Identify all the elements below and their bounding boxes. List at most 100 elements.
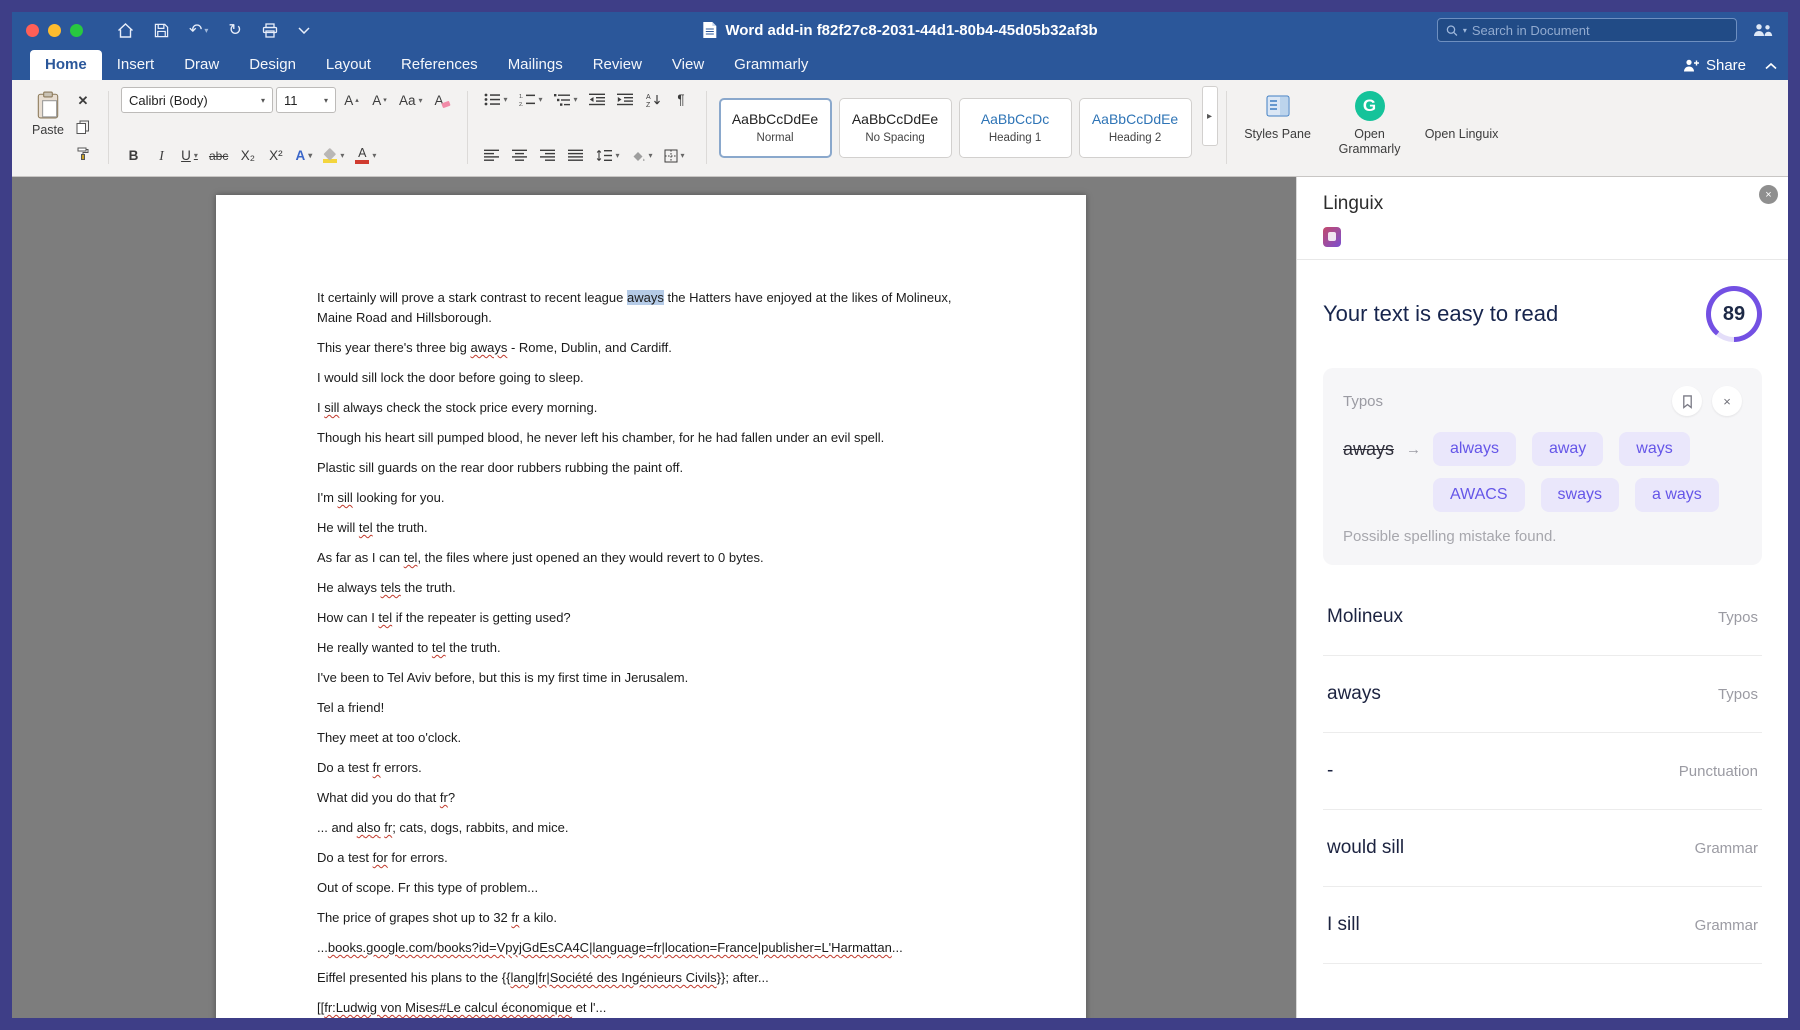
document-paragraph[interactable]: ... and also fr; cats, dogs, rabbits, an… [317, 818, 986, 838]
align-right-button[interactable] [536, 143, 561, 168]
change-case-button[interactable]: Aa▾ [395, 88, 427, 113]
document-paragraph[interactable]: Do a test fr errors. [317, 758, 986, 778]
share-button[interactable]: Share [1682, 57, 1746, 74]
strikethrough-button[interactable]: abc [205, 143, 232, 168]
document-paragraph[interactable]: It certainly will prove a stark contrast… [317, 288, 986, 328]
text-run[interactable]: Plastic sill guards on the rear door rub… [317, 460, 683, 475]
misspelled-word[interactable]: tel [432, 640, 446, 655]
sort-button[interactable]: AZ [641, 87, 666, 112]
issue-row[interactable]: - Punctuation [1323, 733, 1762, 810]
open-linguix-button[interactable]: Open Linguix [1419, 86, 1505, 169]
copy-button[interactable] [72, 116, 94, 137]
open-grammarly-button[interactable]: G Open Grammarly [1327, 86, 1413, 169]
highlight-color-button[interactable]: ▾ [319, 143, 348, 168]
save-button[interactable] [154, 23, 169, 38]
tab-references[interactable]: References [386, 50, 493, 80]
subscript-button[interactable]: X₂ [235, 143, 260, 168]
document-paragraph[interactable]: Tel a friend! [317, 698, 986, 718]
text-run[interactable]: the truth. [373, 520, 428, 535]
search-input[interactable] [1472, 23, 1728, 38]
print-button[interactable] [262, 23, 278, 38]
document-paragraph[interactable]: I would sill lock the door before going … [317, 368, 986, 388]
text-run[interactable]: This year there's three big [317, 340, 471, 355]
text-run[interactable]: ; cats, dogs, rabbits, and mice. [392, 820, 568, 835]
zoom-window-button[interactable] [70, 24, 83, 37]
document-paragraph[interactable]: He really wanted to tel the truth. [317, 638, 986, 658]
text-run[interactable]: Do a test [317, 760, 373, 775]
document-paragraph[interactable]: Plastic sill guards on the rear door rub… [317, 458, 986, 478]
font-color-button[interactable]: A▾ [351, 143, 380, 168]
document-paragraph[interactable]: Though his heart sill pumped blood, he n… [317, 428, 986, 448]
more-styles-button[interactable]: ▸ [1202, 86, 1218, 146]
suggestion-pill[interactable]: a ways [1635, 478, 1719, 512]
text-run[interactable]: , the files where just opened an they wo… [417, 550, 763, 565]
style-card[interactable]: AaBbCcDdEe Normal [719, 98, 832, 158]
redo-button[interactable]: ↻ [228, 20, 241, 40]
misspelled-word[interactable]: for [373, 850, 388, 865]
text-run[interactable]: Do a test [317, 850, 373, 865]
issue-row[interactable]: Molineux Typos [1323, 579, 1762, 656]
text-run[interactable]: ... [317, 940, 328, 955]
collaborators-button[interactable] [1753, 23, 1774, 37]
document-paragraph[interactable]: Eiffel presented his plans to the {{lang… [317, 968, 986, 988]
numbering-button[interactable]: 1.2. ▾ [515, 87, 547, 112]
misspelled-word[interactable]: fr [384, 820, 392, 835]
document-paragraph[interactable]: He will tel the truth. [317, 518, 986, 538]
misspelled-word[interactable]: fr [373, 760, 381, 775]
text-run[interactable]: the truth. [446, 640, 501, 655]
document-paragraph[interactable]: I'm sill looking for you. [317, 488, 986, 508]
suggestion-pill[interactable]: ways [1619, 432, 1689, 466]
document-paragraph[interactable]: Out of scope. Fr this type of problem... [317, 878, 986, 898]
borders-button[interactable]: ▾ [660, 143, 689, 168]
styles-pane-button[interactable]: Styles Pane [1235, 86, 1321, 169]
text-run[interactable]: Tel a friend! [317, 700, 384, 715]
suggestion-pill[interactable]: away [1532, 432, 1603, 466]
tab-layout[interactable]: Layout [311, 50, 386, 80]
document-paragraph[interactable]: I've been to Tel Aviv before, but this i… [317, 668, 986, 688]
misspelled-word[interactable]: books.google.com/books?id=VpyjGdEsCA4C|l… [328, 940, 892, 955]
style-card[interactable]: AaBbCcDdEe Heading 2 [1079, 98, 1192, 158]
text-run[interactable]: The price of grapes shot up to 32 [317, 910, 511, 925]
document-paragraph[interactable]: Do a test for for errors. [317, 848, 986, 868]
document-paragraph[interactable]: As far as I can tel, the files where jus… [317, 548, 986, 568]
text-run[interactable]: He always [317, 580, 381, 595]
linguix-close-button[interactable]: × [1759, 185, 1778, 204]
text-run[interactable]: Eiffel presented his plans to the {{ [317, 970, 510, 985]
text-run[interactable]: errors. [381, 760, 422, 775]
style-card[interactable]: AaBbCcDc Heading 1 [959, 98, 1072, 158]
tab-grammarly[interactable]: Grammarly [719, 50, 823, 80]
style-card[interactable]: AaBbCcDdEe No Spacing [839, 98, 952, 158]
misspelled-word[interactable]: fr [440, 790, 448, 805]
text-run[interactable]: They meet at too o'clock. [317, 730, 461, 745]
text-run[interactable]: What did you do that [317, 790, 440, 805]
text-run[interactable]: It certainly will prove a stark contrast… [317, 290, 627, 305]
text-run[interactable]: I've been to Tel Aviv before, but this i… [317, 670, 688, 685]
misspelled-word[interactable]: aways [471, 340, 508, 355]
document-paragraph[interactable]: ...books.google.com/books?id=VpyjGdEsCA4… [317, 938, 986, 958]
line-spacing-button[interactable]: ▾ [592, 143, 624, 168]
increase-indent-button[interactable] [613, 87, 638, 112]
suggestion-pill[interactable]: sways [1541, 478, 1619, 512]
text-run[interactable]: looking for you. [353, 490, 445, 505]
clear-formatting-button[interactable]: A [430, 88, 455, 113]
document-paragraph[interactable]: I sill always check the stock price ever… [317, 398, 986, 418]
text-run[interactable]: How can I [317, 610, 378, 625]
text-run[interactable]: He will [317, 520, 359, 535]
misspelled-word[interactable]: also [357, 820, 381, 835]
text-run[interactable]: et l'... [572, 1000, 606, 1015]
decrease-indent-button[interactable] [585, 87, 610, 112]
bold-button[interactable]: B [121, 143, 146, 168]
text-run[interactable]: }}; after... [717, 970, 769, 985]
misspelled-word[interactable]: tel [359, 520, 373, 535]
text-run[interactable]: if the repeater is getting used? [392, 610, 571, 625]
document-paragraph[interactable]: He always tels the truth. [317, 578, 986, 598]
document-paragraph[interactable]: This year there's three big aways - Rome… [317, 338, 986, 358]
paste-button[interactable]: Paste [32, 89, 64, 137]
suggestion-pill[interactable]: AWACS [1433, 478, 1524, 512]
text-run[interactable]: I would sill lock the door before going … [317, 370, 584, 385]
misspelled-word[interactable]: fr:Ludwig von Mises#Le calcul économique [324, 1000, 572, 1015]
dismiss-suggestion-button[interactable]: × [1712, 386, 1742, 416]
tab-review[interactable]: Review [578, 50, 657, 80]
multilevel-list-button[interactable]: ▾ [550, 87, 582, 112]
document-paragraph[interactable]: The price of grapes shot up to 32 fr a k… [317, 908, 986, 928]
